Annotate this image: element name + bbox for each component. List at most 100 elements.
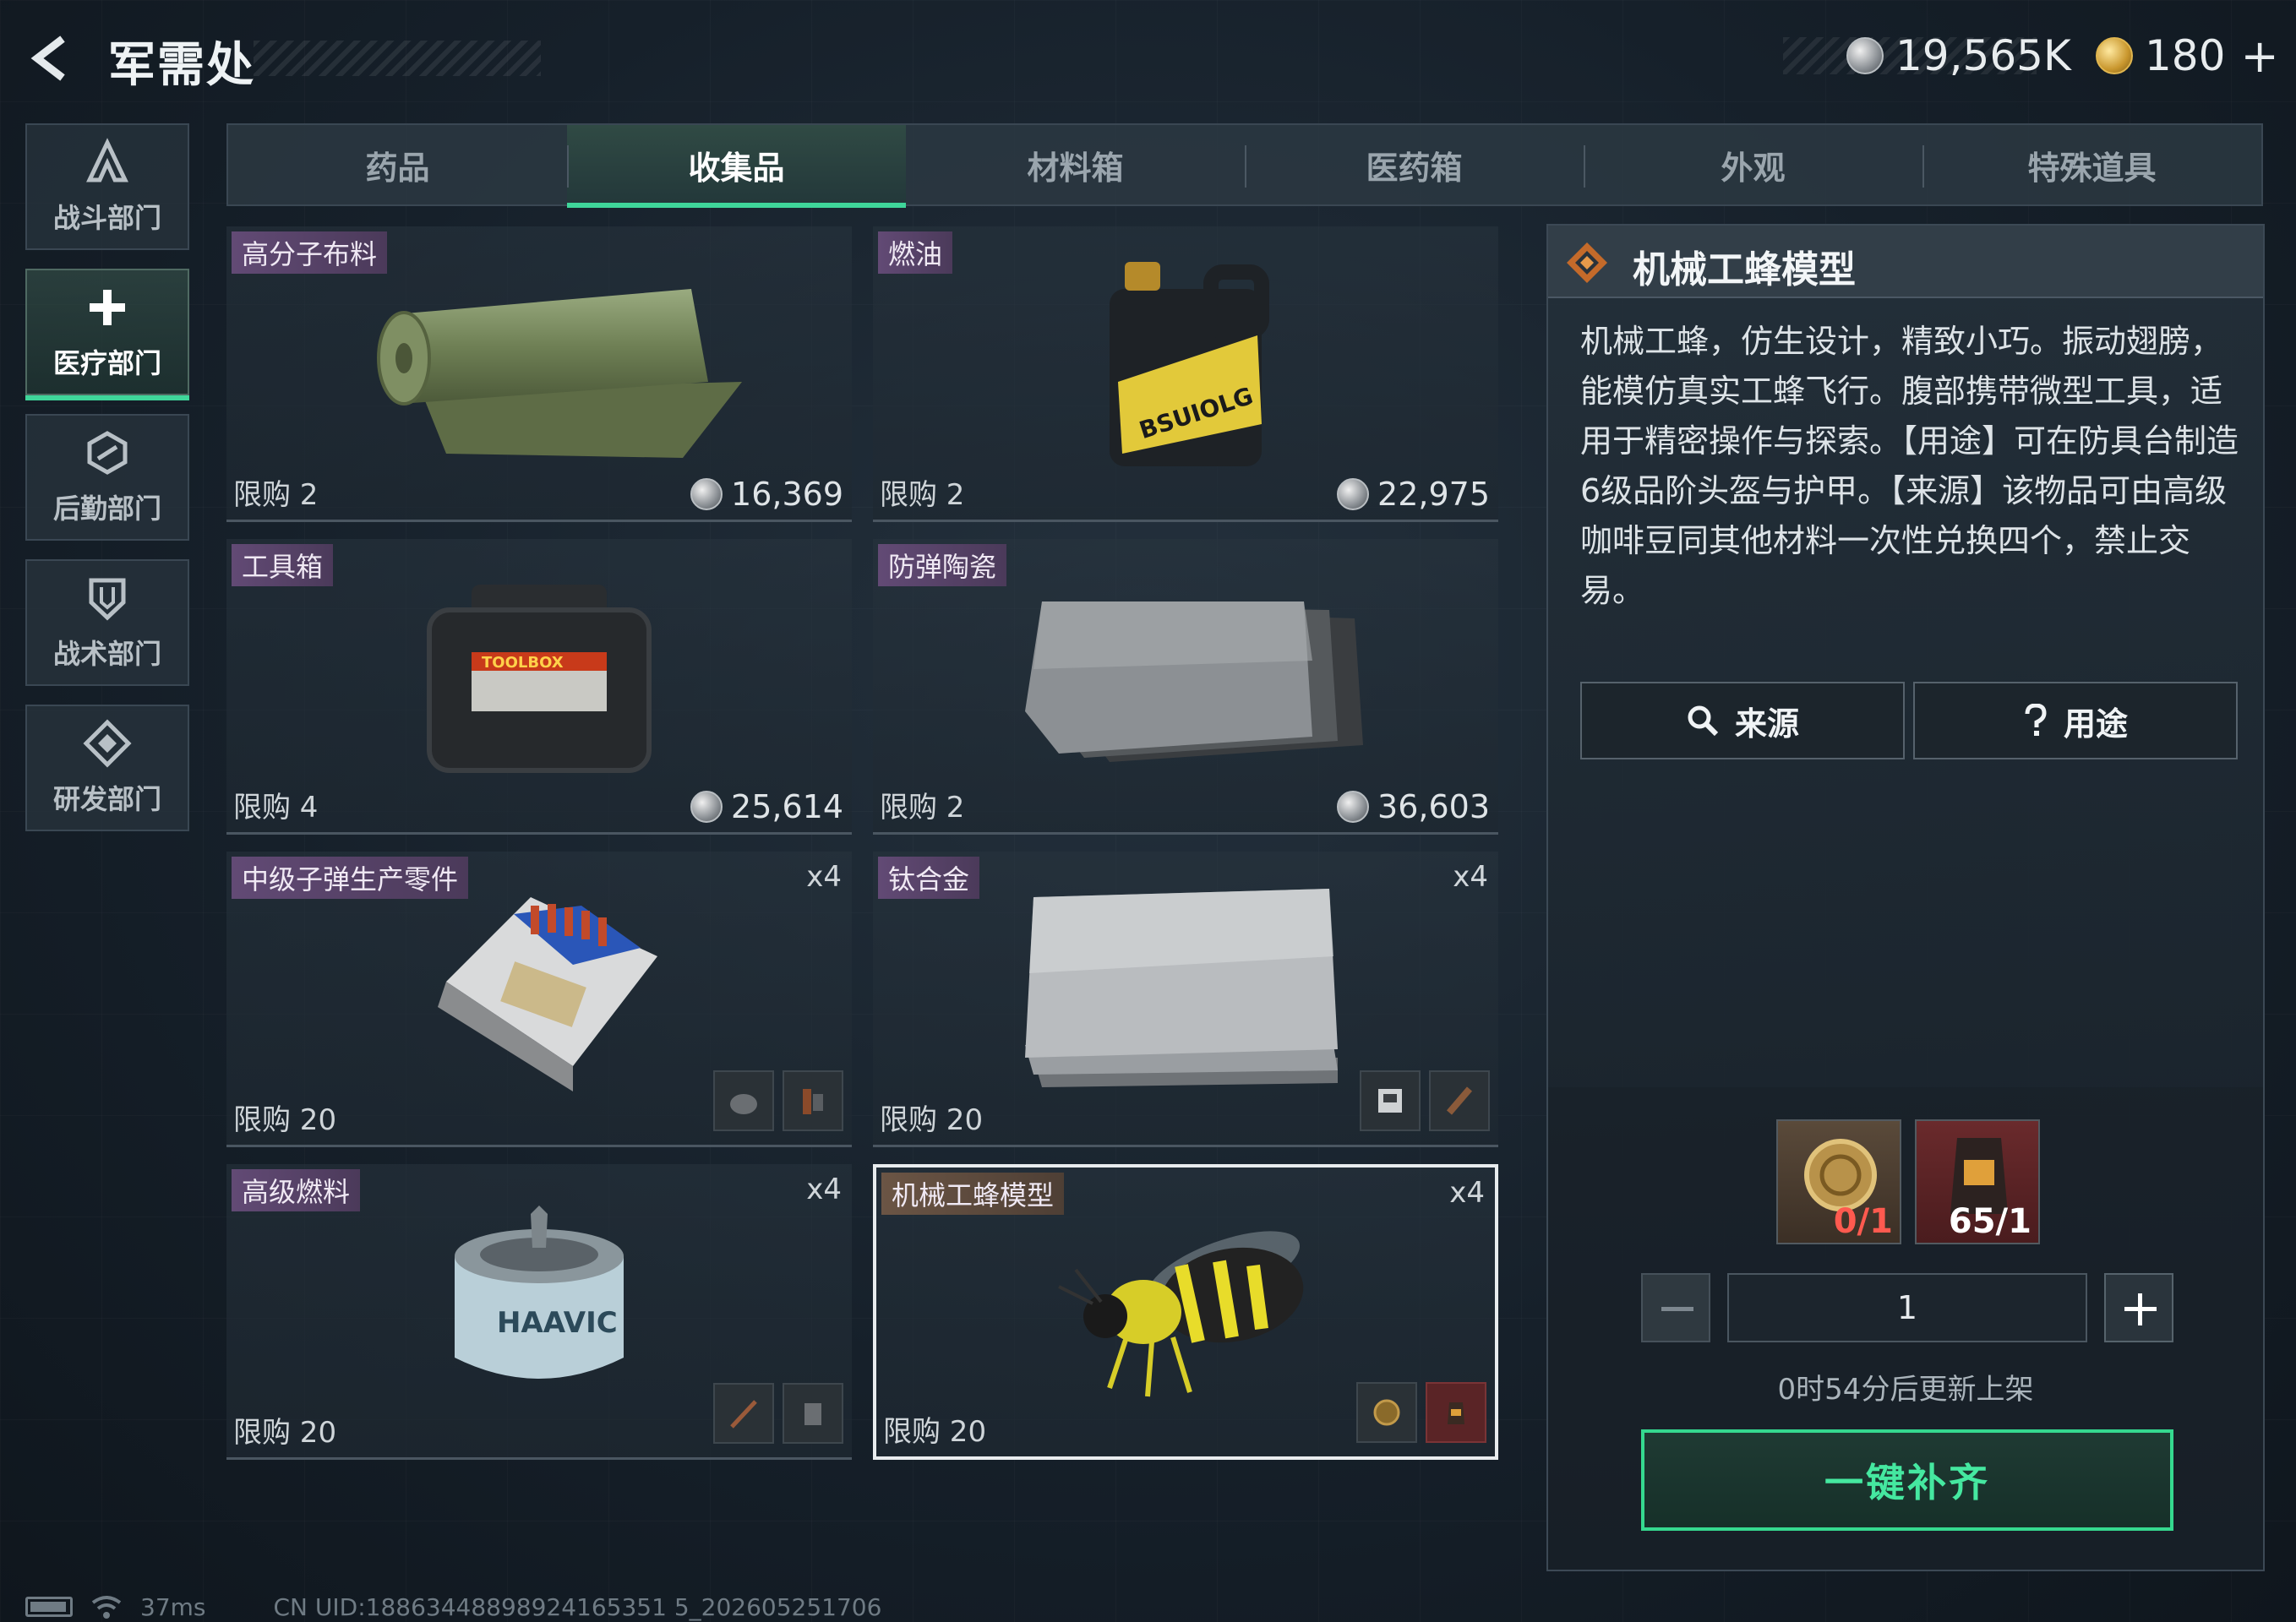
price-value: 25,614 xyxy=(731,788,843,825)
logistics-icon xyxy=(87,431,128,475)
item-image: BSUIOLG xyxy=(873,252,1498,477)
material-slot[interactable] xyxy=(1426,1382,1486,1443)
purchase-limit: 限购 20 xyxy=(233,1103,337,1137)
item-name-tag: 钛合金 xyxy=(878,857,980,899)
research-icon xyxy=(83,719,132,768)
minus-icon xyxy=(1661,1307,1693,1311)
battery-icon xyxy=(25,1597,73,1617)
pipe-icon xyxy=(1446,1086,1473,1115)
item-price: 22,975 xyxy=(1337,476,1490,513)
wifi-icon xyxy=(91,1596,122,1619)
toolbox-brand-label: TOOLBOX xyxy=(482,654,564,672)
usage-button-label: 用途 xyxy=(2063,705,2128,743)
top-bar: 军需处 19,565K 180 + xyxy=(0,0,2296,118)
material-slot[interactable] xyxy=(1360,1070,1421,1131)
item-price: 25,614 xyxy=(690,788,843,825)
material-slot[interactable] xyxy=(1356,1382,1417,1443)
detail-item-title: 机械工蜂模型 xyxy=(1633,248,1856,291)
item-price: 16,369 xyxy=(690,476,843,513)
item-card-mech-bee[interactable]: 机械工蜂模型 x4 限购 20 xyxy=(873,1164,1498,1460)
auto-fill-button[interactable]: 一键补齐 xyxy=(1641,1429,2173,1531)
material-slot[interactable] xyxy=(783,1070,843,1131)
canister-icon xyxy=(804,1403,821,1425)
gold-amount: 180 xyxy=(2145,31,2226,80)
purchase-limit: 限购 20 xyxy=(883,1415,987,1449)
item-name-tag: 高级燃料 xyxy=(232,1169,361,1211)
gold-coin-icon xyxy=(2096,37,2133,74)
bundle-quantity: x4 xyxy=(1453,860,1488,894)
decrease-quantity-button[interactable] xyxy=(1641,1273,1710,1342)
material-slot[interactable] xyxy=(713,1383,774,1444)
material-slot[interactable] xyxy=(783,1383,843,1444)
item-image: HAAVIC xyxy=(226,1189,852,1415)
department-sidebar: 战斗部门 医疗部门 后勤部门 战术部门 研发部门 xyxy=(25,123,191,850)
item-image xyxy=(226,877,852,1102)
tab-collectibles[interactable]: 收集品 xyxy=(567,125,906,208)
item-image: TOOLBOX xyxy=(226,564,852,790)
sidebar-item-logistics[interactable]: 后勤部门 xyxy=(25,414,189,541)
required-material-slot[interactable]: 0/1 xyxy=(1776,1119,1901,1244)
tab-material-box[interactable]: 材料箱 xyxy=(906,125,1245,204)
silver-currency[interactable]: 19,565K xyxy=(1846,30,2071,81)
detail-header: 机械工蜂模型 xyxy=(1548,226,2263,298)
purchase-limit: 限购 20 xyxy=(233,1416,337,1450)
tab-appearance[interactable]: 外观 xyxy=(1584,125,1922,204)
sidebar-item-tactical[interactable]: 战术部门 xyxy=(25,559,189,686)
tab-medkit[interactable]: 医药箱 xyxy=(1245,125,1584,204)
bundle-quantity: x4 xyxy=(806,860,842,894)
user-uid: CN UID:18863448898924165351 5_2026052517… xyxy=(273,1592,882,1621)
bundle-quantity: x4 xyxy=(1449,1176,1485,1210)
question-mark-icon xyxy=(2025,704,2047,736)
purchase-limit: 限购 2 xyxy=(880,478,965,512)
item-card-toolbox[interactable]: TOOLBOX 工具箱 限购 4 25,614 xyxy=(226,539,852,835)
pot-icon xyxy=(730,1094,757,1114)
item-card-premium-fuel[interactable]: HAAVIC 高级燃料 x4 限购 20 xyxy=(226,1164,852,1460)
search-icon xyxy=(1688,705,1719,737)
plus-icon xyxy=(2124,1293,2157,1325)
item-card-ammo-parts[interactable]: 中级子弹生产零件 x4 限购 20 xyxy=(226,852,852,1147)
sidebar-item-label: 研发部门 xyxy=(52,783,161,815)
sidebar-item-label: 后勤部门 xyxy=(52,493,161,525)
required-material-slot[interactable]: 65/1 xyxy=(1915,1119,2040,1244)
add-currency-button[interactable]: + xyxy=(2240,30,2278,83)
item-card-titanium[interactable]: 钛合金 x4 限购 20 xyxy=(873,852,1498,1147)
material-slot[interactable] xyxy=(713,1070,774,1131)
title-decoration xyxy=(254,41,541,76)
medical-cross-icon xyxy=(90,290,125,325)
knife-icon xyxy=(730,1400,757,1429)
item-card-fuel[interactable]: BSUIOLG 燃油 限购 2 22,975 xyxy=(873,226,1498,522)
toolbox-icon: TOOLBOX xyxy=(427,584,652,773)
item-image xyxy=(226,252,852,477)
titanium-sheets-icon xyxy=(1025,888,1338,1087)
item-name-tag: 高分子布料 xyxy=(232,231,388,274)
item-card-ceramic[interactable]: 防弹陶瓷 限购 2 36,603 xyxy=(873,539,1498,835)
ping-value: 37ms xyxy=(140,1592,206,1621)
sidebar-item-medical[interactable]: 医疗部门 xyxy=(25,269,189,400)
item-name-tag: 工具箱 xyxy=(232,544,334,586)
rarity-diamond-icon xyxy=(1567,242,1607,283)
usage-button[interactable]: 用途 xyxy=(1913,682,2238,759)
required-count: 0/1 xyxy=(1833,1202,1893,1241)
source-button[interactable]: 来源 xyxy=(1580,682,1905,759)
item-image xyxy=(873,564,1498,790)
item-description: 机械工蜂，仿生设计，精致小巧。振动翅膀，能模仿真实工蜂飞行。腹部携带微型工具，适… xyxy=(1580,323,2239,609)
silver-coin-icon xyxy=(690,478,723,510)
gold-currency[interactable]: 180 + xyxy=(2096,30,2279,83)
increase-quantity-button[interactable] xyxy=(2104,1273,2173,1342)
ammo-kit-icon xyxy=(438,896,657,1091)
sidebar-item-research[interactable]: 研发部门 xyxy=(25,705,189,831)
price-value: 36,603 xyxy=(1377,788,1490,825)
item-card-fabric[interactable]: 高分子布料 限购 2 16,369 xyxy=(226,226,852,522)
item-image xyxy=(876,1193,1495,1414)
back-arrow-icon[interactable] xyxy=(25,32,78,84)
purchase-limit: 限购 20 xyxy=(880,1103,984,1137)
sidebar-item-combat[interactable]: 战斗部门 xyxy=(25,123,189,250)
silver-coin-icon xyxy=(1337,478,1370,510)
material-slot[interactable] xyxy=(1429,1070,1490,1131)
tab-special-items[interactable]: 特殊道具 xyxy=(1922,125,2261,204)
sidebar-item-label: 战术部门 xyxy=(52,638,161,670)
quantity-input[interactable]: 1 xyxy=(1727,1273,2087,1342)
tab-medicine[interactable]: 药品 xyxy=(228,125,567,204)
sidebar-item-label: 医疗部门 xyxy=(52,347,161,379)
coffee-bag-icon xyxy=(1448,1402,1464,1424)
